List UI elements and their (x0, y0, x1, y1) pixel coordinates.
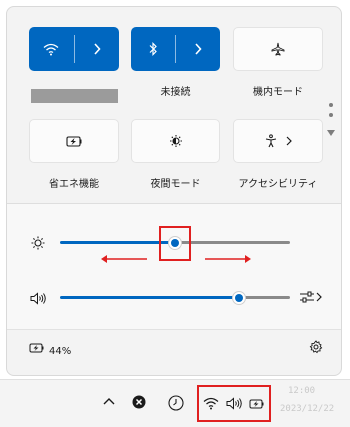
wifi-icon (43, 43, 59, 56)
clock-time[interactable]: 12:00 (288, 386, 315, 396)
highlight-box-system-tray (197, 385, 271, 422)
page-dot (329, 103, 333, 107)
wifi-tile[interactable] (29, 27, 119, 71)
battery-saver-tile-label: 省エネ機能 (49, 179, 99, 190)
highlight-box-brightness-thumb (159, 226, 191, 261)
airplane-mode-tile-label: 機内モード (253, 87, 303, 98)
volume-slider-fill (60, 296, 240, 299)
next-page-icon[interactable] (327, 130, 335, 136)
night-light-tile[interactable] (131, 119, 220, 163)
quick-settings-panel: 未接続 機内モード 省エネ機能 夜間モード アクセシビリティ 44% (6, 6, 342, 376)
wifi-expand-button[interactable] (75, 27, 120, 71)
brightness-icon (30, 235, 46, 251)
bluetooth-icon (148, 42, 158, 56)
accessibility-icon (264, 134, 278, 148)
bluetooth-tile-label: 未接続 (160, 87, 191, 98)
brightness-slider-fill (60, 241, 175, 244)
audio-output-select-icon[interactable] (299, 290, 323, 304)
chevron-up-icon[interactable] (103, 397, 115, 405)
chevron-right-icon (93, 43, 101, 55)
chevron-right-icon (286, 136, 292, 146)
left-arrow-icon (99, 254, 149, 264)
airplane-mode-tile[interactable] (233, 27, 323, 71)
night-light-tile-label: 夜間モード (150, 179, 201, 190)
app-tray-icon[interactable] (132, 395, 146, 409)
accessibility-tile[interactable] (233, 119, 323, 163)
battery-icon[interactable] (29, 342, 45, 354)
slider-section (7, 204, 341, 329)
right-arrow-icon (203, 254, 253, 264)
brightness-slider-track[interactable] (175, 241, 290, 244)
taskbar: 12:00 2023/12/22 (0, 379, 350, 427)
settings-gear-icon[interactable] (309, 340, 323, 354)
airplane-icon (271, 42, 285, 56)
night-light-icon (169, 134, 183, 148)
volume-slider-thumb[interactable] (232, 291, 247, 305)
chevron-right-icon (194, 43, 202, 55)
footer-divider (7, 329, 341, 330)
wifi-network-label-redacted (31, 89, 118, 103)
focus-clock-icon[interactable] (168, 395, 184, 411)
bluetooth-toggle[interactable] (131, 27, 175, 71)
page-dot (329, 113, 333, 117)
volume-slider-track[interactable] (239, 296, 290, 299)
clock-date[interactable]: 2023/12/22 (280, 404, 334, 414)
bluetooth-tile[interactable] (131, 27, 220, 71)
bluetooth-expand-button[interactable] (176, 27, 220, 71)
battery-saver-icon (65, 135, 83, 147)
wifi-toggle[interactable] (29, 27, 74, 71)
battery-percentage: 44% (49, 346, 72, 357)
accessibility-tile-label: アクセシビリティ (238, 179, 318, 190)
battery-saver-tile[interactable] (29, 119, 119, 163)
volume-icon[interactable] (29, 290, 47, 306)
